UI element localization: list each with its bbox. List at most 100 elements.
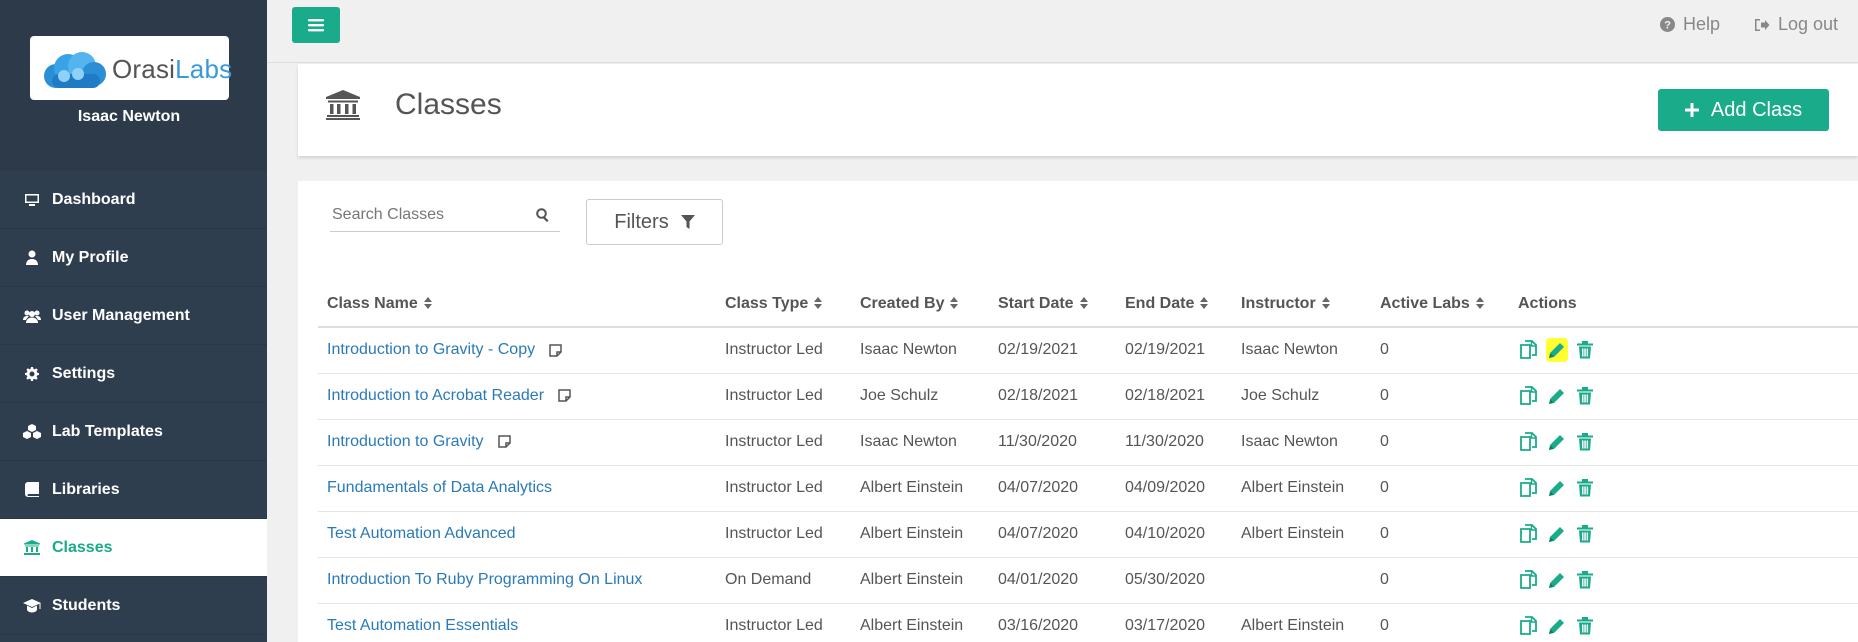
sidebar-nav: Dashboard My Profile User Management Set… (0, 171, 267, 635)
book-icon (22, 481, 42, 499)
cell-instructor (1232, 557, 1371, 604)
copy-icon (1520, 570, 1537, 589)
cell-actions (1509, 419, 1858, 466)
column-header-created-by[interactable]: Created By (851, 281, 989, 328)
note-icon[interactable] (558, 389, 571, 403)
cell-active-labs: 0 (1371, 557, 1509, 604)
class-name-link[interactable]: Test Automation Advanced (327, 525, 516, 542)
class-name-link[interactable]: Introduction to Gravity (327, 433, 484, 450)
cell-actions (1509, 603, 1858, 642)
edit-class-button[interactable] (1546, 476, 1568, 500)
help-link[interactable]: ? Help (1660, 14, 1720, 35)
pencil-icon (1549, 573, 1564, 588)
sort-icon (1475, 297, 1484, 310)
cell-end-date: 03/17/2020 (1116, 603, 1232, 642)
cell-start-date: 02/18/2021 (989, 373, 1116, 420)
sidebar-item-label: Classes (52, 538, 113, 556)
copy-class-button[interactable] (1518, 338, 1540, 362)
classes-table: Class Name Class Type Created By Start D… (318, 281, 1858, 642)
sort-icon (1200, 297, 1209, 310)
sidebar-item-dashboard[interactable]: Dashboard (0, 171, 267, 229)
copy-class-button[interactable] (1518, 430, 1540, 454)
copy-class-button[interactable] (1518, 614, 1540, 638)
delete-class-button[interactable] (1574, 614, 1596, 638)
cell-instructor: Isaac Newton (1232, 327, 1371, 374)
row-actions (1518, 614, 1858, 638)
column-header-class-name[interactable]: Class Name (318, 281, 716, 328)
cell-actions (1509, 511, 1858, 558)
search-input[interactable] (330, 200, 520, 230)
column-header-end-date[interactable]: End Date (1116, 281, 1232, 328)
sidebar-item-settings[interactable]: Settings (0, 345, 267, 403)
delete-class-button[interactable] (1574, 568, 1596, 592)
class-name-link[interactable]: Fundamentals of Data Analytics (327, 479, 552, 496)
class-name-link[interactable]: Introduction to Gravity - Copy (327, 341, 535, 358)
edit-class-button[interactable] (1546, 384, 1568, 408)
cell-class-name: Introduction To Ruby Programming On Linu… (318, 557, 716, 604)
row-actions (1518, 522, 1858, 546)
delete-class-button[interactable] (1574, 430, 1596, 454)
cell-created-by: Albert Einstein (851, 511, 989, 558)
cell-end-date: 05/30/2020 (1116, 557, 1232, 604)
edit-class-button[interactable] (1546, 614, 1568, 638)
cell-active-labs: 0 (1371, 603, 1509, 642)
edit-class-button[interactable] (1546, 568, 1568, 592)
search-icon[interactable] (536, 208, 550, 222)
filters-button[interactable]: Filters (586, 199, 723, 245)
column-header-class-type[interactable]: Class Type (716, 281, 851, 328)
trash-icon (1577, 617, 1593, 635)
cell-created-by: Joe Schulz (851, 373, 989, 420)
logout-link[interactable]: Log out (1754, 14, 1838, 35)
class-name-link[interactable]: Test Automation Essentials (327, 617, 518, 634)
copy-class-button[interactable] (1518, 522, 1540, 546)
note-icon[interactable] (497, 435, 511, 449)
delete-class-button[interactable] (1574, 384, 1596, 408)
note-icon[interactable] (549, 343, 562, 357)
cell-actions (1509, 327, 1858, 374)
menu-toggle-button[interactable] (292, 7, 340, 43)
sidebar-item-user-management[interactable]: User Management (0, 287, 267, 345)
edit-class-button[interactable] (1546, 430, 1568, 454)
column-header-start-date[interactable]: Start Date (989, 281, 1116, 328)
sidebar-item-classes[interactable]: Classes (0, 519, 267, 577)
question-circle-icon: ? (1660, 17, 1675, 32)
copy-icon (1520, 340, 1537, 360)
cell-instructor: Albert Einstein (1232, 465, 1371, 512)
header-label: Active Labs (1380, 294, 1470, 312)
sidebar-item-my-profile[interactable]: My Profile (0, 229, 267, 287)
add-class-button[interactable]: Add Class (1658, 89, 1829, 131)
table-row: Introduction To Ruby Programming On Linu… (318, 557, 1858, 604)
sidebar: OrasiLabs Isaac Newton Dashboard My Prof… (0, 0, 267, 642)
sidebar-item-libraries[interactable]: Libraries (0, 461, 267, 519)
class-name-link[interactable]: Introduction to Acrobat Reader (327, 387, 544, 404)
sidebar-item-label: Dashboard (52, 190, 136, 208)
column-header-actions: Actions (1509, 281, 1858, 328)
copy-icon (1520, 386, 1537, 405)
cell-created-by: Isaac Newton (851, 419, 989, 466)
row-actions (1518, 568, 1858, 592)
copy-class-button[interactable] (1518, 568, 1540, 592)
row-actions (1518, 384, 1858, 408)
trash-icon (1577, 525, 1593, 543)
cell-active-labs: 0 (1371, 327, 1509, 374)
edit-class-button[interactable] (1546, 338, 1568, 363)
delete-class-button[interactable] (1574, 522, 1596, 546)
institution-icon (22, 539, 42, 557)
column-header-instructor[interactable]: Instructor (1232, 281, 1371, 328)
sort-icon (814, 297, 823, 310)
class-name-link[interactable]: Introduction To Ruby Programming On Linu… (327, 571, 642, 588)
table-row: Introduction to Gravity Instructor Led I… (318, 419, 1858, 466)
copy-class-button[interactable] (1518, 384, 1540, 408)
logo[interactable]: OrasiLabs (30, 36, 232, 100)
cell-start-date: 03/16/2020 (989, 603, 1116, 642)
copy-class-button[interactable] (1518, 476, 1540, 500)
edit-class-button[interactable] (1546, 522, 1568, 546)
cell-start-date: 04/01/2020 (989, 557, 1116, 604)
delete-class-button[interactable] (1574, 338, 1596, 362)
column-header-active-labs[interactable]: Active Labs (1371, 281, 1509, 328)
sidebar-item-lab-templates[interactable]: Lab Templates (0, 403, 267, 461)
delete-class-button[interactable] (1574, 476, 1596, 500)
sidebar-item-students[interactable]: Students (0, 577, 267, 635)
cell-class-name: Introduction to Acrobat Reader (318, 373, 716, 420)
logout-label: Log out (1778, 14, 1839, 34)
